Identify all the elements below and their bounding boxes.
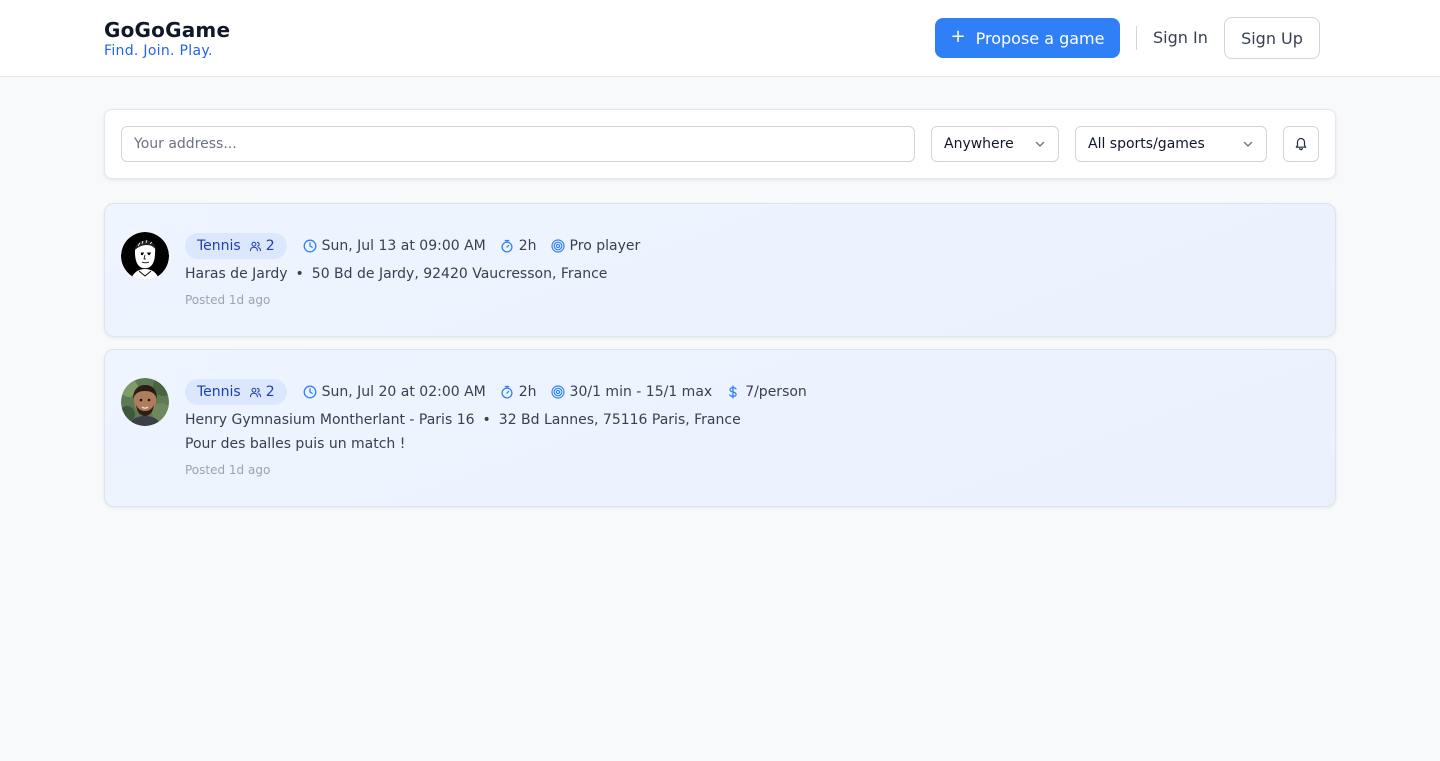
game-price: 7/person [726,384,807,400]
target-icon [550,239,565,253]
sport-badge: Tennis 2 [185,379,287,405]
player-count: 2 [249,238,275,254]
chevron-down-icon [1243,141,1253,147]
avatar[interactable] [121,378,169,426]
game-location: Henry Gymnasium Montherlant - Paris 16 • 3… [185,410,741,430]
level-value: Pro player [569,238,641,254]
game-level: 30/1 min - 15/1 max [550,384,713,400]
search-filter-bar: Anywhere All sports/games [104,109,1336,179]
clock-icon [303,239,317,253]
datetime-value: Sun, Jul 20 at 02:00 AM [321,384,486,400]
address-input[interactable] [121,126,915,162]
game-duration: 2h [500,384,537,400]
duration-value: 2h [518,238,537,254]
posted-time: Posted 1d ago [185,293,271,307]
clock-icon [303,385,317,399]
game-card[interactable]: Tennis 2 Sun, Jul 13 at 09:00 AM 2h Pro … [104,203,1336,337]
brand[interactable]: GoGoGame Find. Join. Play. [104,19,230,60]
game-card[interactable]: Tennis 2 Sun, Jul 20 at 02:00 AM 2h 30/1… [104,349,1336,507]
target-icon [550,385,565,399]
top-header: GoGoGame Find. Join. Play. + Propose a g… [0,0,1440,77]
header-divider [1136,26,1137,50]
venue-address: 50 Bd de Jardy, 92420 Vaucresson, France [311,266,608,282]
venue-name: Haras de Jardy [185,266,288,282]
sport-name: Tennis [197,238,241,254]
sign-in-link[interactable]: Sign In [1153,26,1208,50]
game-datetime: Sun, Jul 13 at 09:00 AM [303,238,486,254]
brand-name: GoGoGame [104,18,231,42]
location-separator: • [295,266,304,282]
propose-game-label: Propose a game [975,28,1105,48]
plus-icon: + [950,26,966,47]
brand-tagline: Find. Join. Play. [104,43,213,59]
bell-icon [1295,137,1307,151]
player-count-value: 2 [265,384,275,400]
posted-time: Posted 1d ago [185,463,271,477]
sport-name: Tennis [197,384,241,400]
sign-up-button[interactable]: Sign Up [1224,17,1320,59]
game-meta: Tennis 2 Sun, Jul 20 at 02:00 AM 2h 30/1… [185,379,821,405]
venue-name: Henry Gymnasium Montherlant - Paris 16 [185,412,475,428]
users-icon [249,241,261,251]
sport-select[interactable]: All sports/games [1075,126,1267,162]
game-duration: 2h [500,238,537,254]
avatar-photo-icon [121,378,169,426]
sport-select-value: All sports/games [1088,136,1205,152]
alert-button[interactable] [1283,126,1319,162]
duration-value: 2h [518,384,537,400]
distance-select[interactable]: Anywhere [931,126,1059,162]
game-datetime: Sun, Jul 20 at 02:00 AM [303,384,486,400]
game-meta: Tennis 2 Sun, Jul 13 at 09:00 AM 2h Pro … [185,233,654,259]
game-description: Pour des balles puis un match ! [185,436,406,452]
avatar[interactable] [121,232,169,280]
users-icon [249,387,261,397]
price-value: 7/person [745,384,807,400]
game-level: Pro player [550,238,641,254]
location-separator: • [482,412,491,428]
venue-address: 32 Bd Lannes, 75116 Paris, France [498,412,741,428]
avatar-sketch-icon [121,232,169,280]
dollar-icon [729,385,737,399]
player-count-value: 2 [265,238,275,254]
sport-badge: Tennis 2 [185,233,287,259]
game-location: Haras de Jardy • 50 Bd de Jardy, 92420 Vau… [185,264,607,284]
player-count: 2 [249,384,275,400]
stopwatch-icon [501,239,513,253]
chevron-down-icon [1035,141,1045,147]
propose-game-button[interactable]: + Propose a game [935,18,1120,58]
stopwatch-icon [501,385,513,399]
level-value: 30/1 min - 15/1 max [569,384,713,400]
datetime-value: Sun, Jul 13 at 09:00 AM [321,238,486,254]
distance-select-value: Anywhere [944,136,1014,152]
